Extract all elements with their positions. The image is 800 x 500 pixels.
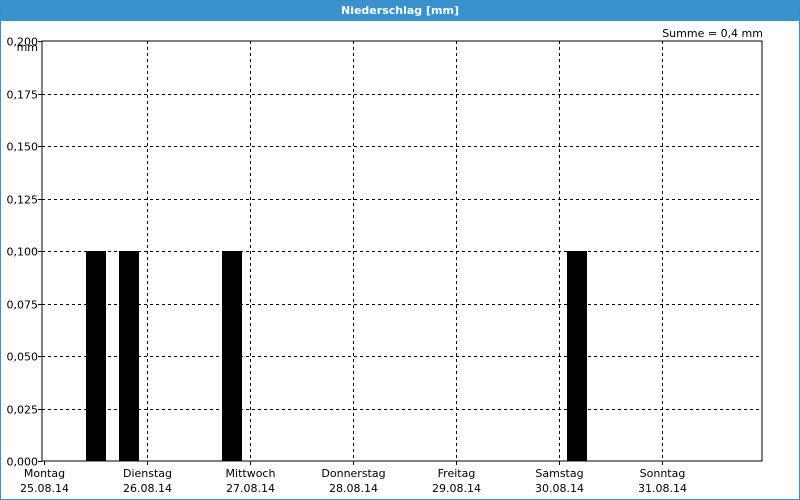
y-axis: 0,0000,0250,0500,0750,1000,1250,1500,175… xyxy=(7,36,42,469)
chart-title: Niederschlag [mm] xyxy=(1,1,799,21)
x-tick-date: 31.08.14 xyxy=(638,482,687,495)
x-tick-weekday: Samstag xyxy=(535,467,583,480)
precipitation-bar xyxy=(567,251,587,461)
grid-lines xyxy=(42,41,762,461)
x-tick-weekday: Donnerstag xyxy=(321,467,385,480)
x-tick-weekday: Mittwoch xyxy=(226,467,276,480)
precipitation-bar xyxy=(222,251,242,461)
x-tick-weekday: Freitag xyxy=(438,467,476,480)
x-tick-date: 28.08.14 xyxy=(329,482,378,495)
x-axis: Montag 25.08.14 Dienstag 26.08.14 Mittwoch 27… xyxy=(20,461,687,495)
y-tick-label: 0,100 xyxy=(7,246,39,259)
precipitation-bar xyxy=(119,251,139,461)
precipitation-bar xyxy=(86,251,106,461)
summary-label: Summe = 0,4 mm xyxy=(662,27,763,40)
y-tick-label: 0,050 xyxy=(7,351,39,364)
x-tick-date: 29.08.14 xyxy=(432,482,481,495)
x-tick-date: 30.08.14 xyxy=(535,482,584,495)
y-tick-label: 0,075 xyxy=(7,299,39,312)
x-tick-weekday: Dienstag xyxy=(123,467,172,480)
y-tick-label: 0,125 xyxy=(7,194,39,207)
precipitation-chart: Summe = 0,4 mm mm 0,0000,0250,0500,0750,… xyxy=(7,27,764,495)
x-tick-weekday: Sonntag xyxy=(640,467,686,480)
x-tick-date: 27.08.14 xyxy=(226,482,275,495)
x-tick-weekday: Montag xyxy=(24,467,65,480)
y-tick-label: 0,200 xyxy=(7,36,39,49)
y-tick-label: 0,025 xyxy=(7,404,39,417)
y-tick-label: 0,175 xyxy=(7,89,39,102)
x-tick-date: 25.08.14 xyxy=(20,482,69,495)
y-tick-label: 0,150 xyxy=(7,141,39,154)
chart-window: Niederschlag [mm] Summe = 0,4 mm mm 0,00… xyxy=(0,0,800,500)
x-tick-date: 26.08.14 xyxy=(123,482,172,495)
